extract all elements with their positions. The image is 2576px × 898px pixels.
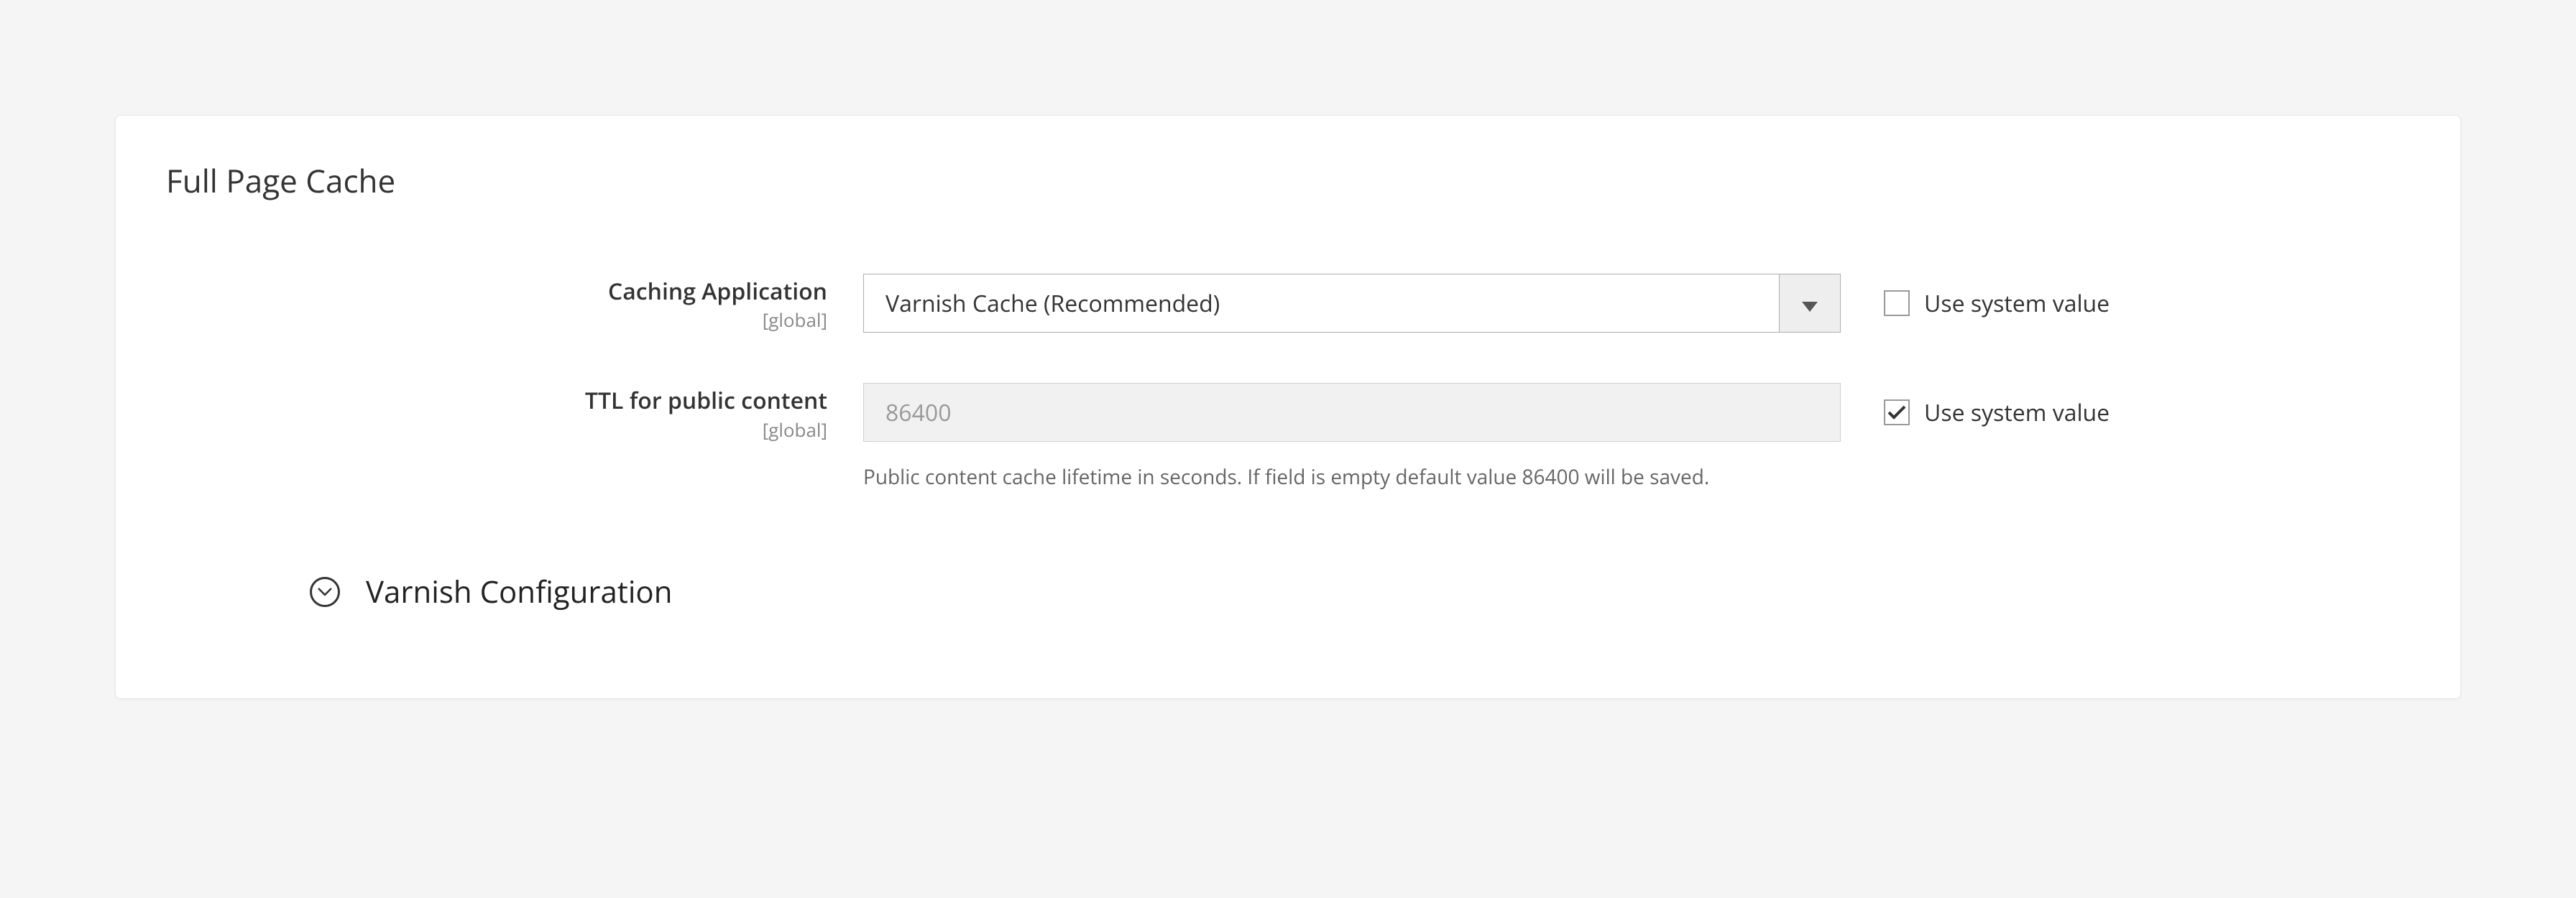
label-col-caching-application: Caching Application [global] [166, 274, 863, 333]
caching-application-select-toggle[interactable] [1779, 274, 1841, 333]
full-page-cache-panel: Full Page Cache Caching Application [glo… [115, 115, 2461, 699]
row-ttl-public: TTL for public content [global] Public c… [166, 383, 2410, 492]
control-col-ttl-public: Public content cache lifetime in seconds… [863, 383, 1841, 492]
chevron-down-icon [1802, 288, 1818, 319]
scope-caching-application: [global] [166, 307, 827, 333]
varnish-configuration-toggle[interactable]: Varnish Configuration [310, 571, 2410, 612]
caching-application-select[interactable]: Varnish Cache (Recommended) [863, 274, 1841, 333]
label-caching-application: Caching Application [166, 278, 827, 305]
use-system-label-caching-application: Use system value [1924, 288, 2110, 319]
ttl-public-help: Public content cache lifetime in seconds… [863, 462, 1841, 492]
scope-ttl-public: [global] [166, 417, 827, 443]
caching-application-select-value: Varnish Cache (Recommended) [863, 274, 1779, 333]
checkmark-icon [1887, 404, 1906, 420]
row-caching-application: Caching Application [global] Varnish Cac… [166, 274, 2410, 333]
use-system-checkbox-ttl-public[interactable] [1884, 399, 1910, 425]
use-system-checkbox-caching-application[interactable] [1884, 290, 1910, 316]
sys-col-ttl-public: Use system value [1841, 383, 2110, 442]
use-system-label-ttl-public: Use system value [1924, 397, 2110, 428]
varnish-configuration-title: Varnish Configuration [366, 571, 672, 612]
label-ttl-public: TTL for public content [166, 387, 827, 415]
ttl-public-input[interactable] [863, 383, 1841, 442]
chevron-down-circle-icon [310, 577, 340, 607]
sys-col-caching-application: Use system value [1841, 274, 2110, 333]
control-col-caching-application: Varnish Cache (Recommended) [863, 274, 1841, 333]
panel-title: Full Page Cache [166, 159, 2410, 202]
label-col-ttl-public: TTL for public content [global] [166, 383, 863, 442]
